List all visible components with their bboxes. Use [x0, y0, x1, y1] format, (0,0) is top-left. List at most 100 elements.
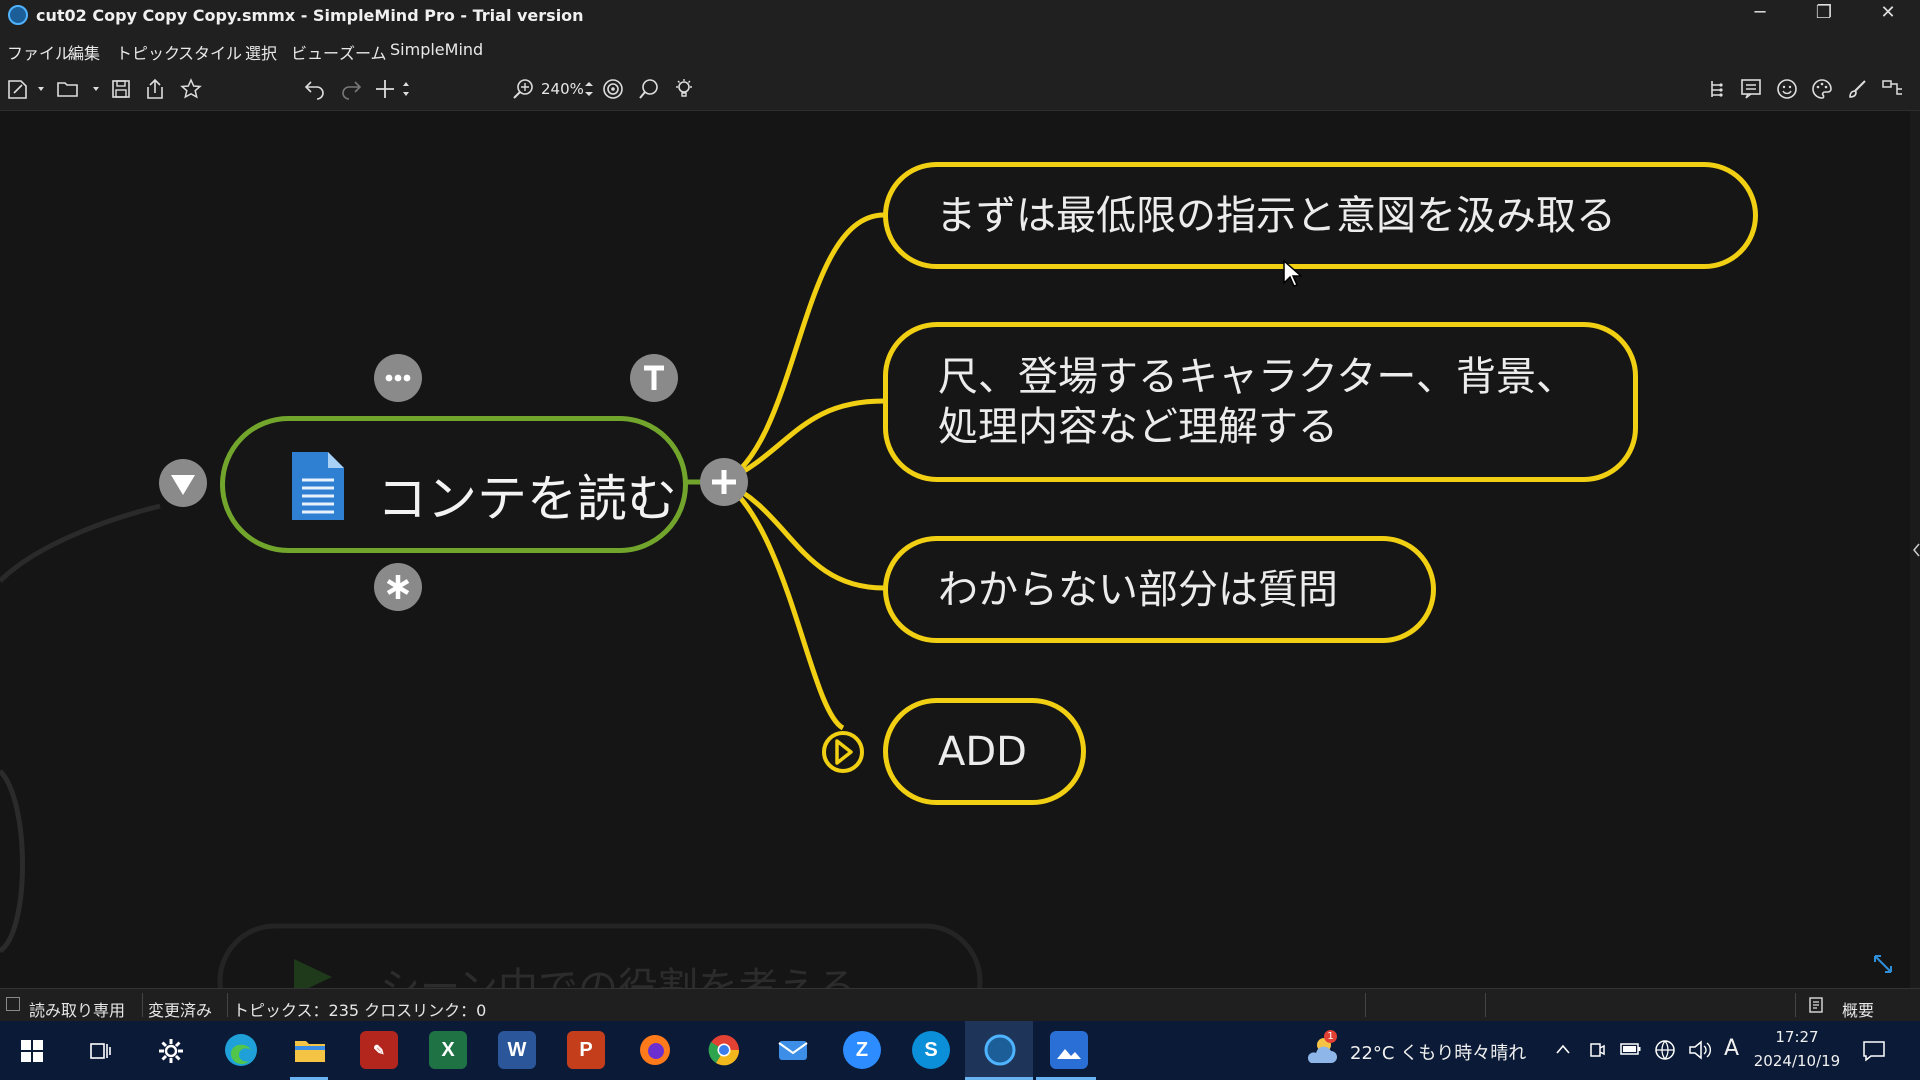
menu-zoom[interactable]: ズーム	[339, 40, 387, 64]
emoji-icon[interactable]	[1776, 78, 1798, 100]
zoom-level[interactable]: 240%	[541, 80, 584, 98]
outline-button-label[interactable]: 概要	[1842, 997, 1874, 1021]
simplemind-taskbar-icon[interactable]	[981, 1031, 1019, 1069]
powerpoint-icon[interactable]: P	[567, 1031, 605, 1069]
layout-icon[interactable]	[1881, 78, 1905, 100]
weather-text[interactable]: 22°C くもり時々晴れ	[1350, 1039, 1526, 1065]
topic-node-1[interactable]: まずは最低限の指示と意図を汲み取る	[883, 162, 1758, 269]
central-topic-label: コンテを読む	[377, 470, 677, 528]
plus-icon	[712, 470, 736, 494]
readonly-label: 読み取り専用	[29, 1001, 126, 1020]
collapse-button[interactable]	[159, 459, 207, 507]
zoom-stepper-icon[interactable]	[582, 78, 596, 100]
brush-icon[interactable]	[1846, 78, 1868, 100]
topic-node-3[interactable]: わからない部分は質問	[883, 536, 1436, 643]
paint-app-icon[interactable]: ✎	[360, 1031, 398, 1069]
star-icon[interactable]	[180, 78, 202, 100]
photos-app-icon[interactable]	[1050, 1031, 1088, 1069]
firefox-icon[interactable]	[636, 1031, 674, 1069]
file-explorer-icon[interactable]	[291, 1031, 329, 1069]
excel-icon[interactable]: X	[429, 1031, 467, 1069]
menu-view[interactable]: ビュー	[291, 40, 339, 64]
save-icon[interactable]	[110, 78, 132, 100]
modified-status: 変更済み	[148, 1001, 213, 1020]
menu-simplemind[interactable]: SimpleMind	[390, 40, 483, 59]
notes-icon[interactable]	[1740, 78, 1762, 100]
search-icon[interactable]	[638, 78, 660, 100]
title-bar: cut02 Copy Copy Copy.smmx - SimpleMind P…	[0, 0, 1920, 32]
play-icon-background	[294, 959, 332, 988]
topic-label-4: ADD	[938, 728, 1027, 775]
expand-corner-icon[interactable]	[1872, 953, 1894, 975]
task-view-icon[interactable]	[88, 1039, 112, 1063]
chevron-up-icon[interactable]	[1555, 1042, 1571, 1056]
mindmap-canvas[interactable]: シーン中での役割を考える コンテを読む まずは最低限の指示と意図を汲み取る 尺、…	[0, 111, 1910, 988]
asterisk-icon	[386, 575, 410, 599]
topic-label-2-line-1: 尺、登場するキャラクター、背景、	[938, 354, 1576, 400]
text-format-button[interactable]	[630, 354, 678, 402]
word-icon[interactable]: W	[498, 1031, 536, 1069]
play-circle-icon[interactable]	[820, 729, 866, 775]
zoom-app-icon[interactable]: Z	[843, 1031, 881, 1069]
share-icon[interactable]	[144, 78, 166, 100]
close-button[interactable]: ✕	[1858, 0, 1918, 28]
menu-style[interactable]: スタイル	[178, 40, 242, 64]
windows-taskbar: ✎ X W P Z S 1 22°C くもり時々晴れ A 17:27 2024/…	[0, 1021, 1920, 1080]
divider	[142, 993, 143, 1017]
toolbar: 240%	[0, 68, 1920, 111]
focus-target-icon[interactable]	[602, 78, 624, 100]
menu-edit[interactable]: 編集	[68, 40, 100, 64]
windows-start-icon[interactable]	[20, 1039, 44, 1063]
topic-label-2-line-2: 処理内容など理解する	[938, 404, 1338, 450]
topic-label-1: まずは最低限の指示と意図を汲み取る	[936, 192, 1616, 239]
mouse-cursor-icon	[1283, 259, 1302, 287]
meet-now-icon[interactable]	[1588, 1040, 1606, 1060]
notification-center-icon[interactable]	[1862, 1039, 1886, 1063]
more-options-button[interactable]	[374, 354, 422, 402]
add-topic-icon[interactable]	[374, 78, 414, 100]
weather-alert-badge: 1	[1324, 1030, 1337, 1043]
menu-bar: ファイル 編集 トピック スタイル 選択 ビュー ズーム SimpleMind	[0, 32, 1920, 68]
edge-browser-icon[interactable]	[222, 1031, 260, 1069]
undo-icon[interactable]	[304, 78, 326, 100]
topic-node-4[interactable]: ADD	[883, 698, 1086, 805]
ime-indicator[interactable]: A	[1724, 1036, 1739, 1061]
divider	[1485, 993, 1486, 1017]
topic-label-3: わからない部分は質問	[938, 566, 1338, 613]
divider	[1795, 993, 1796, 1017]
zoom-icon[interactable]	[512, 78, 536, 100]
style-palette-icon[interactable]	[1811, 78, 1833, 100]
clock-time[interactable]: 17:27	[1757, 1028, 1837, 1046]
clock-date[interactable]: 2024/10/19	[1752, 1052, 1842, 1070]
chevron-left-icon[interactable]	[1912, 542, 1920, 558]
mail-icon[interactable]	[774, 1031, 812, 1069]
battery-icon[interactable]	[1620, 1042, 1642, 1056]
menu-file[interactable]: ファイル	[7, 40, 71, 64]
redo-icon[interactable]	[340, 78, 362, 100]
status-bar: 読み取り専用 変更済み トピックス：235 クロスリンク：0 概要	[0, 988, 1920, 1022]
add-topic-plus-button[interactable]	[700, 458, 748, 506]
idea-lightbulb-icon[interactable]	[673, 78, 695, 100]
skype-icon[interactable]: S	[912, 1031, 950, 1069]
network-globe-icon[interactable]	[1654, 1039, 1676, 1061]
open-folder-icon[interactable]	[56, 78, 100, 100]
outline-tree-icon[interactable]	[1708, 78, 1726, 100]
new-document-icon[interactable]	[6, 78, 46, 100]
topic-count: トピックス：235 クロスリンク：0	[233, 1001, 487, 1020]
outline-view-icon[interactable]	[1808, 996, 1826, 1014]
chrome-icon[interactable]	[705, 1031, 743, 1069]
volume-icon[interactable]	[1688, 1039, 1712, 1061]
menu-topic[interactable]: トピック	[116, 40, 180, 64]
settings-gear-icon[interactable]	[157, 1037, 185, 1065]
restore-button[interactable]: ❐	[1794, 0, 1854, 28]
add-child-special-button[interactable]	[374, 563, 422, 611]
menu-select[interactable]: 選択	[245, 40, 277, 64]
background-topic-text: シーン中での役割を考える	[380, 965, 857, 988]
ellipsis-icon	[385, 374, 411, 382]
readonly-checkbox[interactable]	[6, 997, 20, 1011]
minimize-button[interactable]: ─	[1730, 0, 1790, 28]
central-topic[interactable]: コンテを読む	[220, 416, 688, 553]
divider	[1365, 993, 1366, 1017]
document-icon	[292, 452, 344, 520]
topic-node-2[interactable]: 尺、登場するキャラクター、背景、 処理内容など理解する	[883, 322, 1638, 482]
